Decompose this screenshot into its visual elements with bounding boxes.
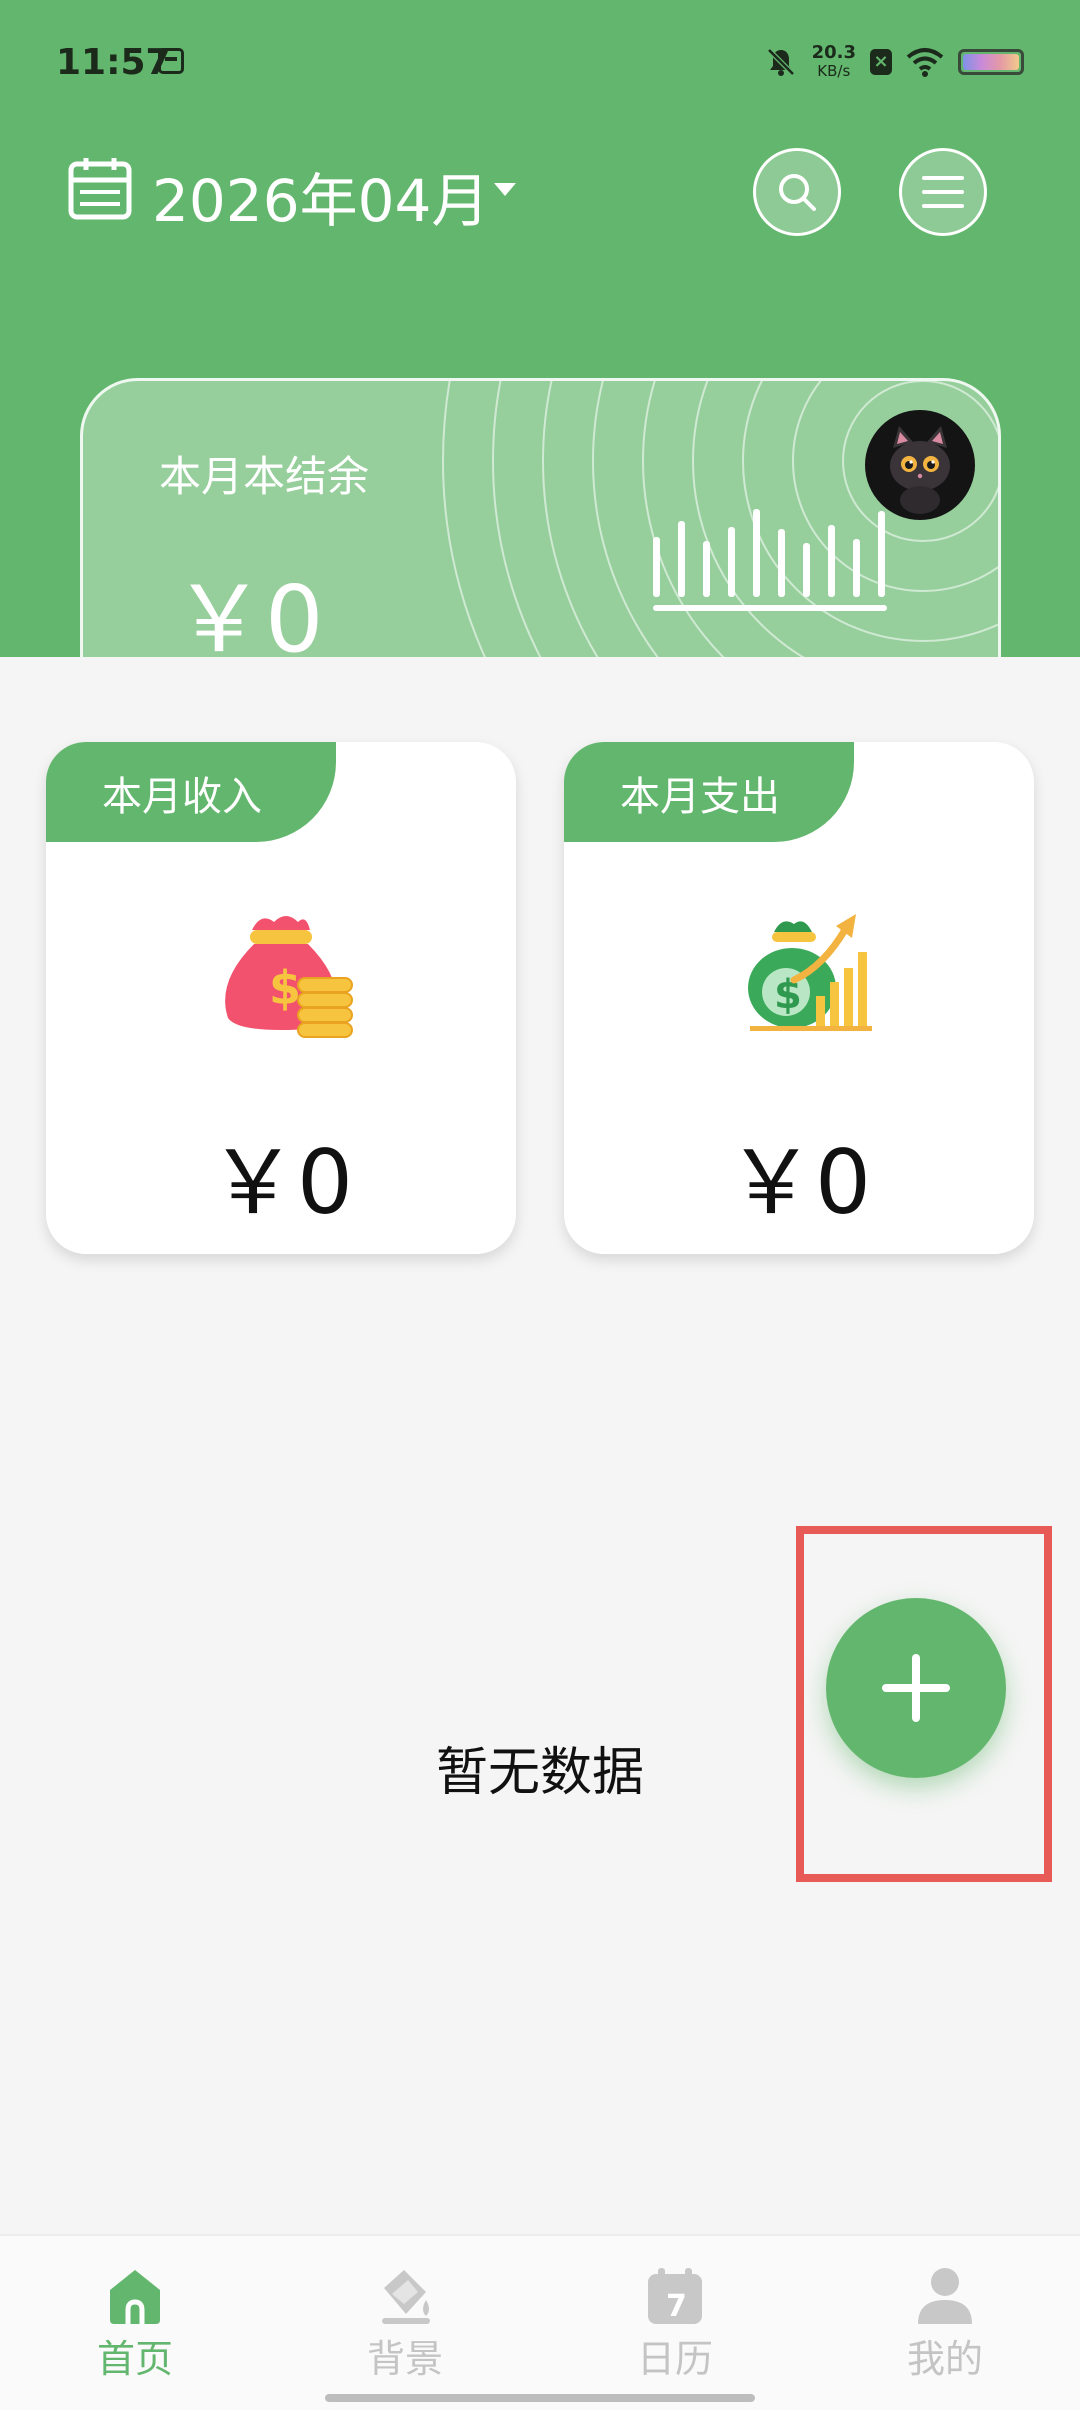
battery-icon — [958, 49, 1024, 75]
cat-avatar-icon — [890, 426, 950, 514]
income-tab: 本月收入 — [46, 742, 336, 842]
money-bag-coins-icon: $ — [225, 916, 353, 1038]
profile-icon — [918, 2268, 972, 2324]
nav-item-profile[interactable]: 我的 — [810, 2236, 1080, 2410]
monthly-income-card[interactable]: 本月收入 $ ￥0 — [46, 742, 516, 1254]
nav-item-calendar[interactable]: 7 日历 — [540, 2236, 810, 2410]
home-indicator[interactable] — [325, 2394, 755, 2402]
svg-text:$: $ — [269, 961, 301, 1015]
menu-icon — [922, 176, 964, 208]
search-icon — [779, 174, 816, 211]
network-speed-value: 20.3 — [811, 42, 856, 63]
network-speed-unit: KB/s — [817, 62, 851, 80]
bottom-nav: 首页 背景 7 日历 我的 — [0, 2234, 1080, 2410]
month-selector[interactable]: 2026年04月 — [152, 154, 489, 238]
network-speed: 20.3 KB/s — [811, 42, 856, 81]
search-button[interactable] — [753, 148, 841, 236]
menu-button[interactable] — [899, 148, 987, 236]
paint-bucket-icon — [382, 2270, 430, 2324]
nav-label-profile: 我的 — [906, 2337, 983, 2381]
home-icon — [110, 2270, 160, 2324]
nav-label-calendar: 日历 — [636, 2337, 713, 2381]
notification-app-icon — [158, 48, 184, 74]
calendar-icon[interactable] — [68, 156, 132, 220]
expense-label: 本月支出 — [620, 774, 780, 820]
nav-item-background[interactable]: 背景 — [270, 2236, 540, 2410]
add-record-button[interactable] — [826, 1598, 1006, 1778]
income-amount: ￥0 — [209, 1131, 353, 1234]
status-time: 11:57 — [56, 42, 171, 83]
balance-label: 本月本结余 — [159, 452, 370, 501]
no-sim-icon: × — [870, 49, 892, 75]
mute-bell-icon — [766, 48, 795, 76]
balance-amount: ￥0 — [173, 566, 324, 657]
monthly-expense-card[interactable]: 本月支出 $ ￥0 — [564, 742, 1034, 1254]
calendar-icon: 7 — [648, 2268, 702, 2324]
nav-label-home: 首页 — [96, 2337, 173, 2381]
expense-tab: 本月支出 — [564, 742, 854, 842]
wifi-icon — [906, 48, 944, 77]
svg-text:7: 7 — [666, 2289, 687, 2324]
expense-amount: ￥0 — [727, 1131, 871, 1234]
money-bag-growth-icon: $ — [748, 914, 872, 1031]
status-bar: 11:57 20.3 KB/s × — [0, 0, 1080, 125]
nav-item-home[interactable]: 首页 — [0, 2236, 270, 2410]
avatar[interactable] — [865, 410, 975, 520]
nav-label-background: 背景 — [366, 2337, 443, 2381]
caret-down-icon[interactable] — [494, 183, 516, 196]
monthly-balance-card: 本月本结余 ￥0 — [80, 378, 1001, 657]
income-label: 本月收入 — [102, 774, 262, 820]
